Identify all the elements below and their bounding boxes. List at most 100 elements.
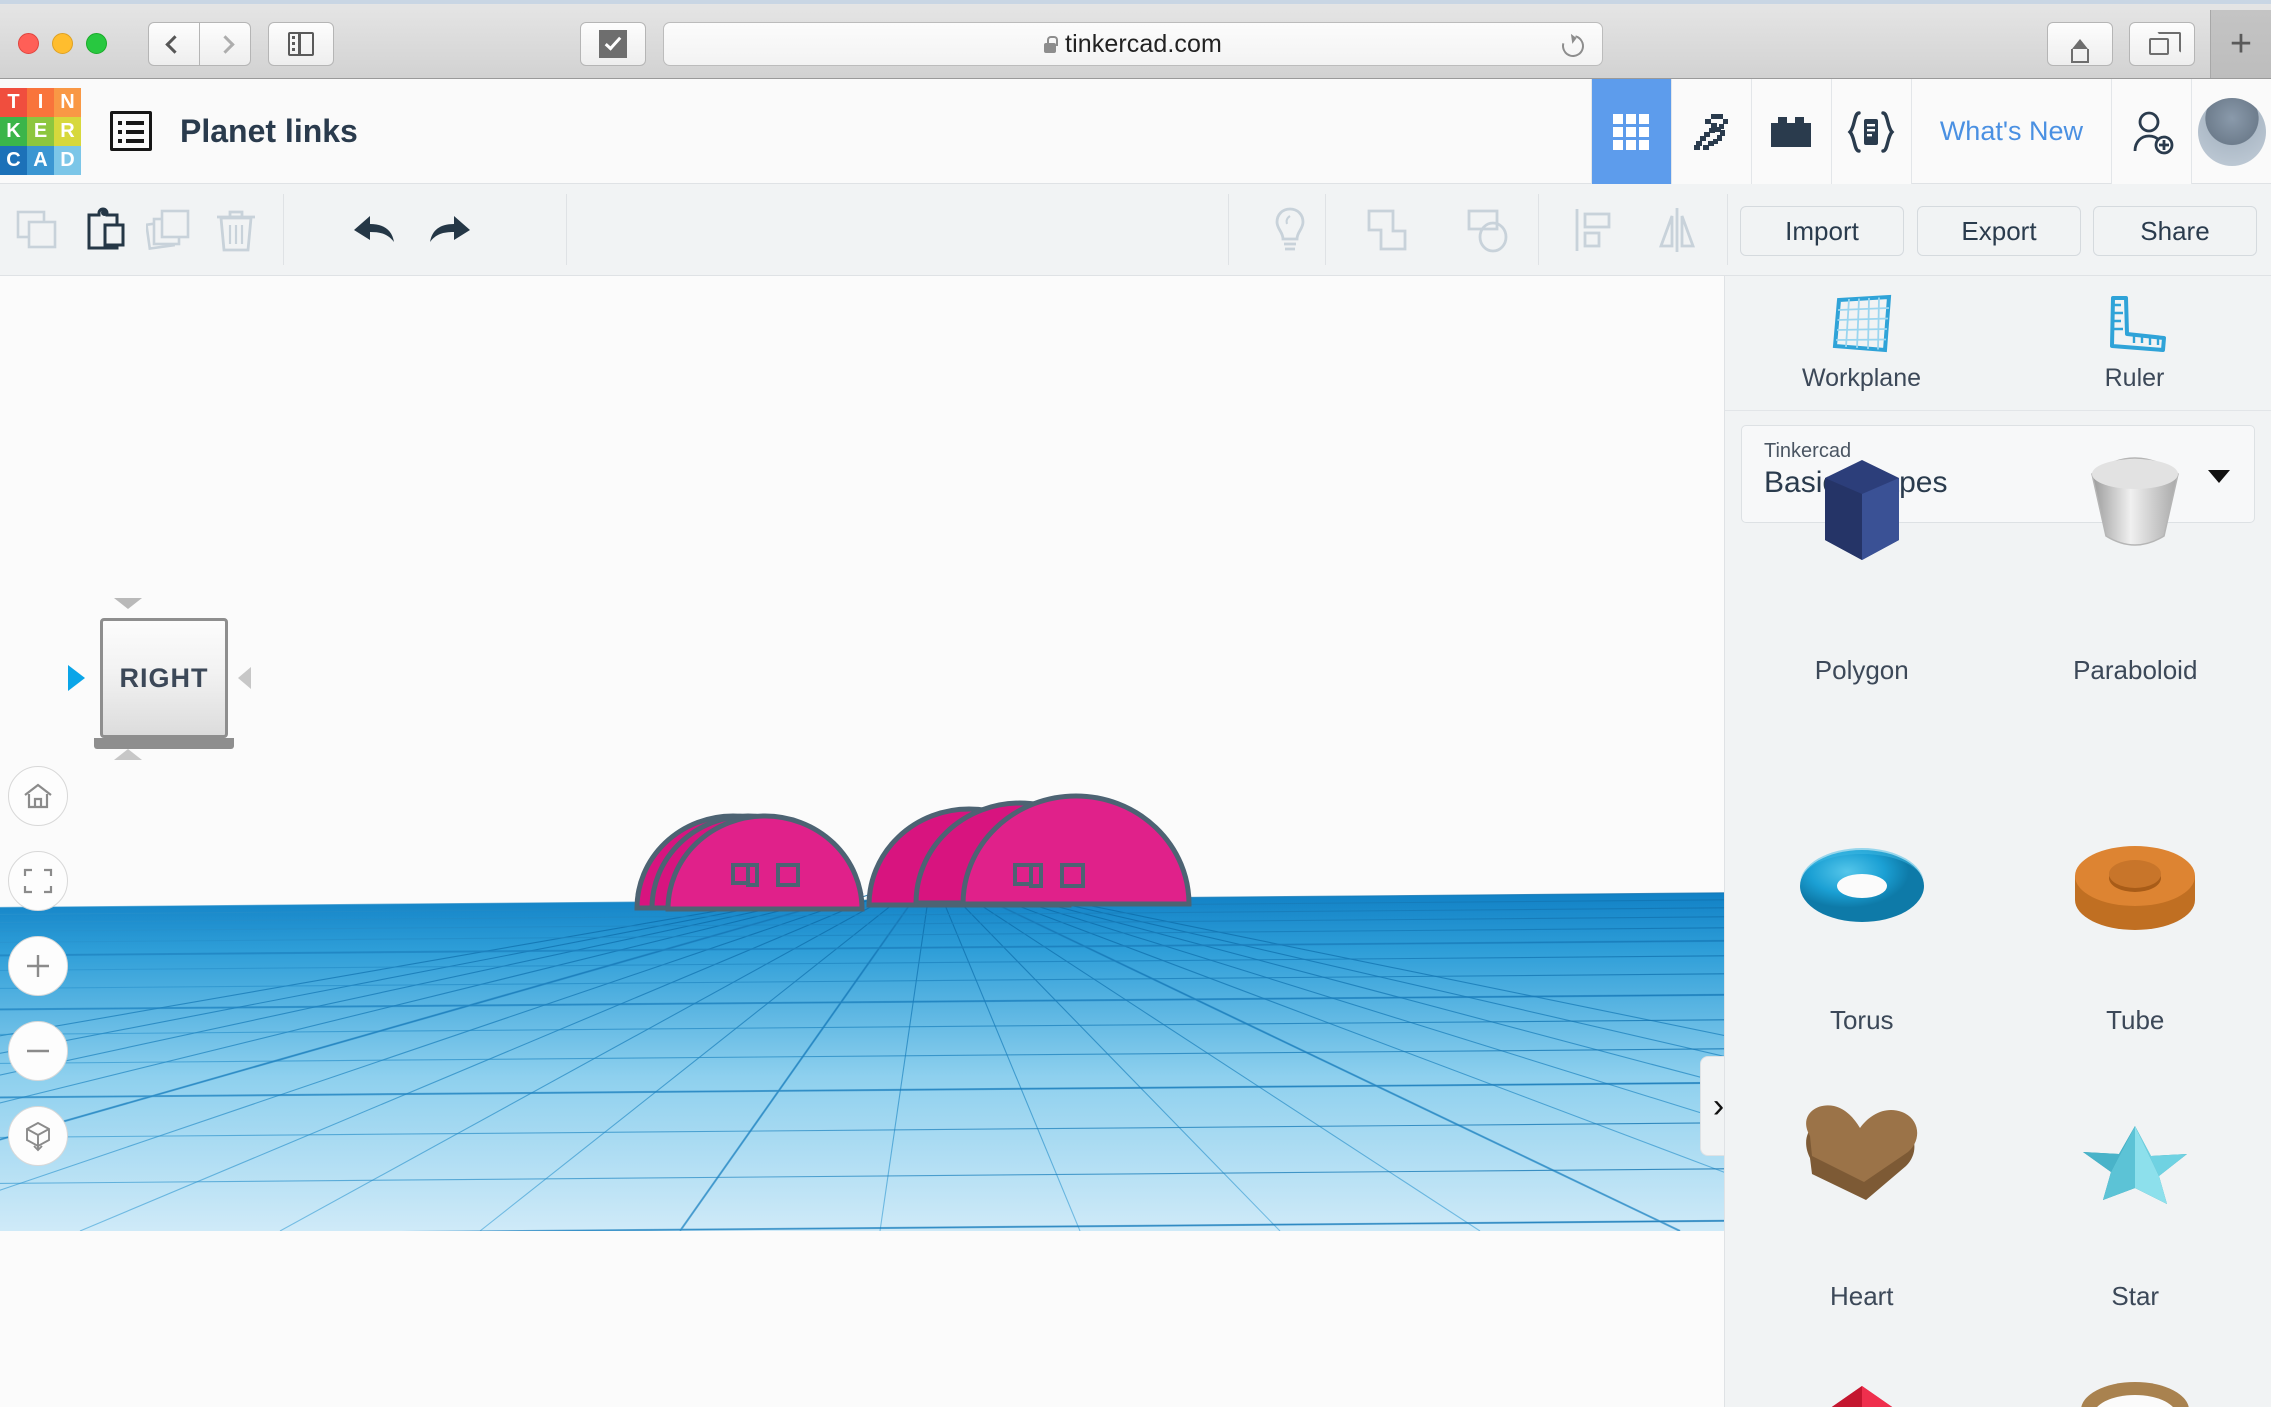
light-button[interactable]	[1242, 184, 1338, 275]
toolbar-divider-5	[1538, 194, 1539, 265]
shapes-panel: Workplane Ruler Tinkercad Basic Shapes	[1724, 276, 2271, 1407]
lego-brick-icon	[1771, 116, 1812, 147]
shape-item-paraboloid[interactable]: Paraboloid	[1999, 457, 2271, 798]
paste-button[interactable]	[66, 184, 142, 275]
paste-icon	[87, 207, 125, 249]
zoom-in-button[interactable]	[8, 936, 68, 996]
caret-down-icon[interactable]	[2208, 470, 2230, 483]
browser-address-bar[interactable]: tinkercad.com	[663, 22, 1603, 66]
page-title[interactable]: Planet links	[180, 79, 358, 184]
checkmark-favicon	[599, 30, 627, 58]
app-header: T I N K E R C A D Planet links What's Ne…	[0, 79, 2271, 184]
delete-button[interactable]	[198, 184, 274, 275]
toolbar-divider-2	[566, 194, 567, 265]
chevron-right-icon	[215, 34, 235, 54]
arrow-right-icon[interactable]	[68, 665, 85, 691]
ungroup-button[interactable]	[1440, 184, 1536, 275]
align-icon	[1575, 208, 1611, 251]
browser-sidebar-toggle[interactable]	[268, 22, 334, 66]
tab-minecraft[interactable]	[1670, 79, 1751, 184]
chevron-left-icon	[164, 34, 184, 54]
view-cube[interactable]: RIGHT	[48, 598, 251, 760]
shape-item-polyhedron[interactable]	[1725, 1350, 1999, 1407]
close-window-button[interactable]	[18, 33, 39, 54]
mirror-button[interactable]	[1632, 184, 1722, 275]
browser-tabs-button[interactable]	[2129, 22, 2195, 66]
workplane-grid[interactable]	[0, 871, 1724, 1231]
url-value: tinkercad.com	[1065, 29, 1222, 58]
shape-item-tube[interactable]: Tube	[1999, 798, 2271, 1074]
invite-people-button[interactable]	[2111, 79, 2191, 184]
whats-new-link[interactable]: What's New	[1910, 79, 2111, 184]
import-button[interactable]: Import	[1740, 206, 1904, 256]
export-button[interactable]: Export	[1917, 206, 2081, 256]
account-avatar-button[interactable]	[2191, 79, 2271, 184]
tinkercad-logo[interactable]: T I N K E R C A D	[0, 79, 82, 184]
paraboloid-shape	[2091, 457, 2180, 546]
redo-button[interactable]	[408, 184, 484, 275]
arrow-left-icon[interactable]	[238, 667, 251, 689]
tab-codeblocks[interactable]	[1830, 79, 1911, 184]
logo-tile-d: D	[54, 146, 81, 175]
browser-share-button[interactable]	[2047, 22, 2113, 66]
3d-viewport[interactable]: RIGHT ›	[0, 276, 1724, 1407]
browser-forward-button[interactable]	[199, 22, 251, 66]
header-right-tools: What's New	[1590, 79, 2271, 184]
ruler-tool[interactable]: Ruler	[1998, 276, 2271, 410]
ruler-icon	[2109, 295, 2166, 352]
home-view-button[interactable]	[8, 766, 68, 826]
shape-item-heart[interactable]: Heart	[1725, 1074, 1999, 1350]
maximize-window-button[interactable]	[86, 33, 107, 54]
shape-item-torus[interactable]: Torus	[1725, 798, 1999, 1074]
panel-tools-row: Workplane Ruler	[1725, 276, 2271, 411]
zoom-in-icon	[27, 955, 49, 977]
copy-icon	[16, 210, 57, 248]
perspective-toggle-button[interactable]	[8, 1106, 68, 1166]
sidebar-toggle-icon	[288, 32, 314, 56]
shape-item-polygon[interactable]: Polygon	[1725, 460, 1999, 798]
star-shape	[2083, 1126, 2188, 1204]
logo-tile-n: N	[54, 88, 81, 117]
tab-3d-design[interactable]	[1590, 79, 1671, 184]
new-tab-button[interactable]: +	[2210, 10, 2271, 78]
toolbar-divider	[283, 194, 284, 265]
logo-tile-e: E	[27, 117, 54, 146]
codeblocks-icon	[1847, 110, 1895, 153]
add-person-icon	[2133, 111, 2173, 154]
group-button[interactable]	[1340, 184, 1436, 275]
view-cube-face[interactable]: RIGHT	[100, 618, 228, 738]
zoom-out-icon	[27, 1049, 49, 1053]
minimize-window-button[interactable]	[52, 33, 73, 54]
duplicate-icon	[146, 209, 190, 250]
align-button[interactable]	[1548, 184, 1638, 275]
browser-favicon-button[interactable]	[580, 22, 646, 66]
workplane-tool[interactable]: Workplane	[1725, 276, 1998, 410]
share-button[interactable]: Share	[2093, 206, 2257, 256]
undo-button[interactable]	[340, 184, 416, 275]
tab-lego-blocks[interactable]	[1750, 79, 1831, 184]
arrow-up-icon[interactable]	[114, 749, 142, 760]
logo-tile-a: A	[27, 146, 54, 175]
browser-back-button[interactable]	[148, 22, 200, 66]
shape-label-tube: Tube	[2106, 1005, 2165, 1035]
project-list-icon[interactable]	[110, 111, 152, 151]
scene-objects[interactable]	[0, 276, 1724, 1407]
toolbar-divider-6	[1727, 194, 1728, 265]
arrow-down-icon[interactable]	[114, 598, 142, 609]
home-view-icon	[24, 783, 52, 809]
panel-collapse-handle[interactable]: ›	[1700, 1056, 1724, 1156]
viewport-nav-controls	[8, 766, 68, 1191]
fit-to-view-button[interactable]	[8, 851, 68, 911]
logo-tile-k: K	[0, 117, 27, 146]
zoom-out-button[interactable]	[8, 1021, 68, 1081]
fit-to-view-icon	[23, 868, 53, 894]
shape-item-ring[interactable]	[1999, 1350, 2271, 1407]
redo-icon	[430, 215, 470, 242]
shape-item-star[interactable]: Star	[1999, 1074, 2271, 1350]
view-cube-base	[94, 738, 234, 749]
copy-button[interactable]	[0, 184, 76, 275]
duplicate-button[interactable]	[132, 184, 208, 275]
reload-icon[interactable]	[1557, 30, 1589, 62]
shape-label-paraboloid: Paraboloid	[2073, 655, 2198, 685]
avatar	[2197, 97, 2266, 166]
